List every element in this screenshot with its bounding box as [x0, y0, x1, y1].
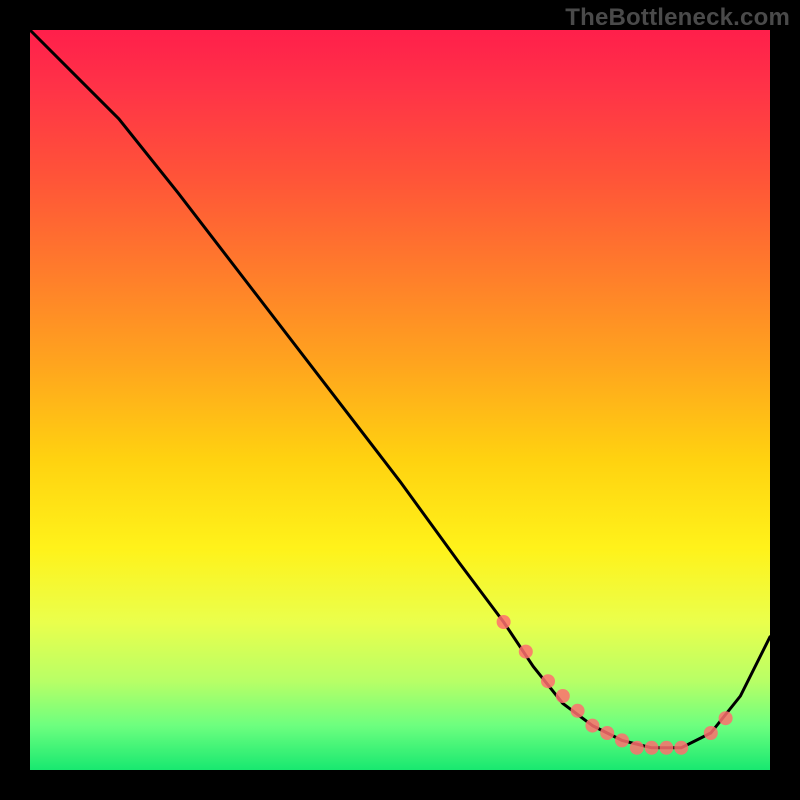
chart-frame: TheBottleneck.com — [0, 0, 800, 800]
marker-dot — [571, 704, 585, 718]
marker-dot — [630, 741, 644, 755]
marker-dot — [719, 711, 733, 725]
marker-dot — [615, 733, 629, 747]
marker-dot — [556, 689, 570, 703]
marker-dot — [645, 741, 659, 755]
watermark-text: TheBottleneck.com — [565, 4, 790, 32]
marker-dot — [585, 719, 599, 733]
chart-svg — [30, 30, 770, 770]
bottleneck-curve — [30, 30, 770, 748]
optimal-range-markers — [497, 615, 733, 755]
plot-area — [30, 30, 770, 770]
marker-dot — [519, 645, 533, 659]
marker-dot — [541, 674, 555, 688]
marker-dot — [704, 726, 718, 740]
marker-dot — [659, 741, 673, 755]
marker-dot — [600, 726, 614, 740]
marker-dot — [674, 741, 688, 755]
marker-dot — [497, 615, 511, 629]
